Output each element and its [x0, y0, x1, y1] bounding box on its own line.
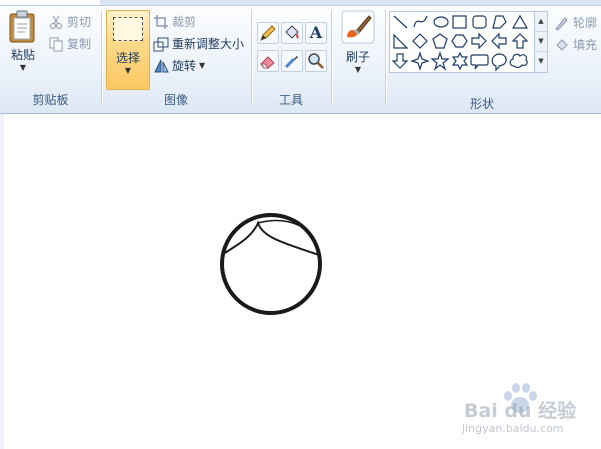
crop-icon — [154, 14, 168, 29]
scissors-icon — [50, 15, 62, 29]
fill-button[interactable]: 填充 — [554, 36, 597, 53]
brushes-dropdown-arrow[interactable]: ▼ — [338, 65, 378, 74]
brush-icon — [341, 10, 375, 44]
magnifier-icon — [308, 53, 324, 69]
pencil-icon — [260, 25, 276, 41]
group-divider — [251, 10, 252, 106]
eyedropper-icon — [284, 56, 298, 69]
brushes-button[interactable]: 刷子 ▼ — [338, 10, 378, 86]
resize-icon — [153, 37, 169, 51]
cut-label: 剪切 — [67, 15, 92, 29]
group-divider — [331, 10, 332, 106]
tools-group-label: 工具 — [278, 93, 303, 107]
shapes-expand-button[interactable]: ▼ — [535, 52, 547, 71]
copy-label: 复制 — [67, 37, 92, 51]
face-drawing — [220, 213, 322, 315]
brushes-group: 刷子 ▼ — [333, 6, 383, 110]
pentagon-shape-icon — [432, 33, 448, 49]
crop-label: 裁剪 — [172, 15, 197, 29]
baidu-watermark: Bai du 经验 jingyan.baidu.com — [460, 380, 600, 440]
color-picker-tool[interactable] — [281, 50, 303, 72]
fill-label: 填充 — [573, 38, 598, 52]
shapes-scroll-up-button[interactable]: ▲ — [535, 12, 547, 32]
select-label: 选择 — [115, 51, 140, 65]
curve-shape-icon — [413, 15, 428, 28]
cloud-callout-shape-icon — [509, 53, 528, 68]
magnifier-tool[interactable] — [305, 50, 327, 72]
select-dropdown-arrow[interactable]: ▼ — [107, 66, 149, 75]
paint-bucket-icon — [285, 25, 299, 39]
image-group-label: 图像 — [163, 93, 188, 107]
pencil-tool[interactable] — [257, 22, 279, 44]
selection-rect-icon — [113, 17, 143, 41]
oval-callout-shape-icon — [491, 53, 507, 72]
group-divider — [101, 10, 102, 106]
clipboard-icon — [9, 10, 35, 43]
select-button[interactable]: 选择 ▼ — [106, 10, 150, 90]
watermark-url: jingyan.baidu.com — [462, 422, 564, 435]
crop-button[interactable]: 裁剪 — [153, 13, 196, 30]
rotate-dropdown-arrow[interactable]: ▼ — [199, 61, 205, 70]
resize-label: 重新调整大小 — [172, 37, 245, 51]
rotate-button[interactable]: 旋转 ▼ — [153, 57, 205, 74]
clipboard-group: 粘贴 ▼ 剪切 复制 剪贴板 — [0, 6, 101, 110]
polygon-shape-icon — [492, 15, 507, 29]
rounded-rectangle-shape-icon — [472, 15, 487, 29]
right-triangle-shape-icon — [393, 33, 409, 49]
paste-dropdown-arrow[interactable]: ▼ — [4, 63, 42, 72]
rotate-icon — [154, 59, 169, 72]
group-divider — [385, 10, 386, 106]
image-group: 选择 ▼ 裁剪 重新调整大小 旋转 ▼ 图像 — [103, 6, 249, 110]
paste-label: 粘贴 — [10, 48, 35, 62]
text-icon: A — [309, 23, 323, 42]
eraser-icon — [260, 56, 275, 69]
shapes-scrollbar[interactable]: ▲ ▼ ▼ — [534, 11, 548, 73]
brushes-label: 刷子 — [345, 50, 370, 64]
shapes-scroll-down-button[interactable]: ▼ — [535, 32, 547, 52]
rotate-label: 旋转 — [172, 59, 197, 73]
shapes-gallery — [389, 11, 536, 73]
outline-button[interactable]: 轮廓 — [554, 14, 597, 31]
paste-button[interactable]: 粘贴 ▼ — [4, 10, 42, 80]
ribbon: 粘贴 ▼ 剪切 复制 剪贴板 选择 ▼ 裁剪 重新调整大小 旋转 ▼ 图像 A … — [0, 0, 601, 114]
oval-shape-icon — [433, 16, 449, 28]
copy-button[interactable]: 复制 — [48, 35, 91, 52]
watermark-brand: Bai du 经验 — [464, 400, 577, 422]
six-point-star-shape-icon — [451, 51, 469, 71]
fill-bucket-icon — [556, 38, 568, 51]
eraser-tool[interactable] — [257, 50, 279, 72]
diamond-shape-icon — [412, 33, 428, 49]
tools-group: A 工具 — [253, 6, 329, 110]
triangle-shape-icon — [511, 14, 529, 29]
copy-icon — [49, 37, 63, 51]
five-point-star-shape-icon — [430, 51, 450, 71]
rounded-callout-shape-icon — [470, 54, 489, 70]
canvas-workspace-edge — [0, 114, 4, 449]
fill-tool[interactable] — [281, 22, 303, 44]
hexagon-shape-icon — [451, 34, 468, 48]
clipboard-group-label: 剪贴板 — [32, 93, 69, 107]
four-point-star-shape-icon — [410, 51, 430, 71]
cut-button[interactable]: 剪切 — [48, 13, 91, 30]
down-arrow-shape-icon — [391, 53, 409, 69]
shapes-group-label: 形状 — [470, 97, 495, 111]
outline-brush-icon — [555, 16, 568, 31]
up-arrow-shape-icon — [511, 33, 529, 49]
resize-button[interactable]: 重新调整大小 — [153, 35, 244, 52]
left-arrow-shape-icon — [491, 32, 507, 50]
shapes-grid — [391, 14, 529, 72]
text-tool[interactable]: A — [305, 22, 327, 44]
rectangle-shape-icon — [452, 15, 467, 29]
right-arrow-shape-icon — [471, 32, 487, 50]
outline-label: 轮廓 — [573, 16, 598, 30]
line-shape-icon — [393, 15, 408, 29]
